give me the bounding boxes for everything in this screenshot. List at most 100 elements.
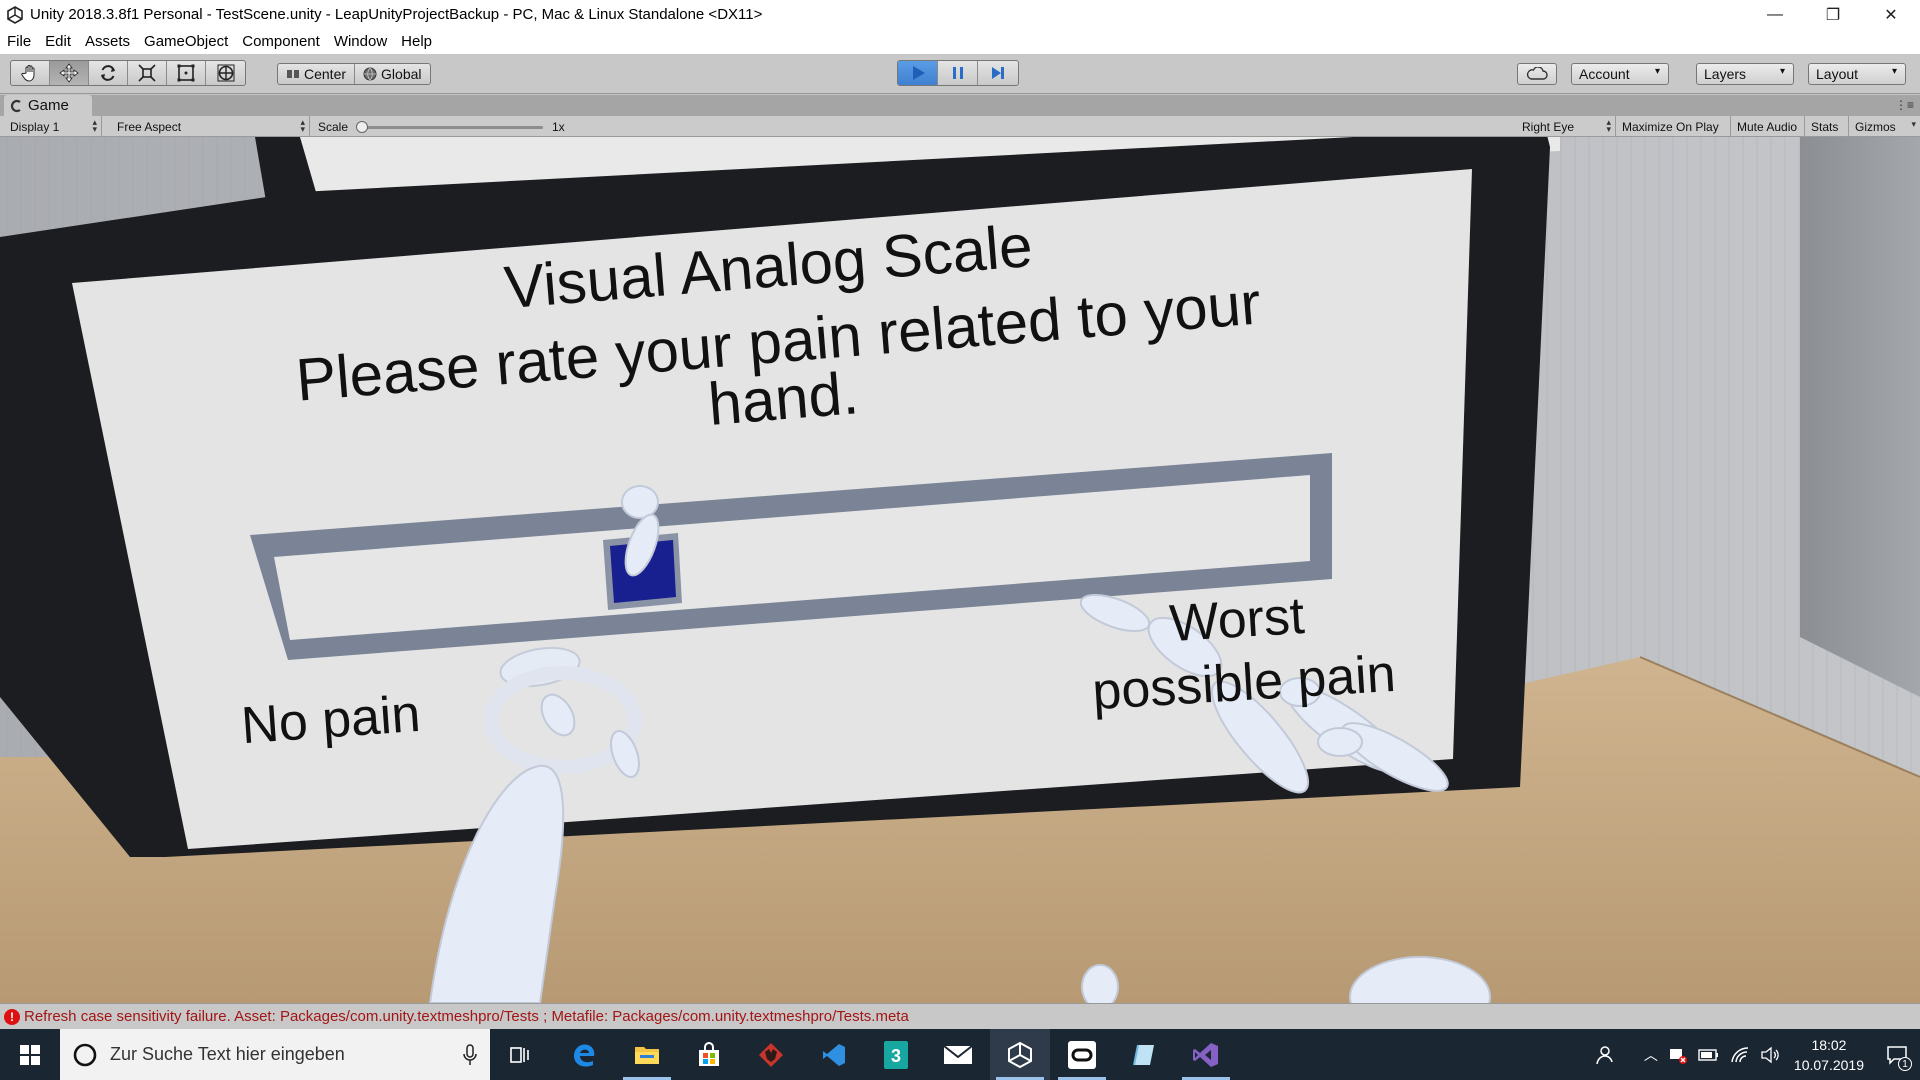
menu-gameobject[interactable]: GameObject: [137, 29, 235, 54]
pivot-global-button[interactable]: Global: [355, 64, 429, 84]
microphone-icon[interactable]: [462, 1043, 478, 1066]
game-view-toolbar: Display 1 ▴ ▾ Free Aspect ▴ ▾ Scale 1x Rig…: [0, 116, 1920, 137]
chevron-down-icon: ▾: [1779, 66, 1785, 77]
visual-studio-icon: [1193, 1042, 1218, 1067]
taskbar-app-edge[interactable]: [554, 1029, 614, 1080]
maximize-on-play-toggle[interactable]: Maximize On Play: [1616, 116, 1731, 137]
aspect-label: Free Aspect: [117, 119, 182, 134]
hand-icon: [21, 65, 35, 82]
edge-icon: [574, 1043, 595, 1067]
transform-tool-button[interactable]: [206, 61, 245, 85]
collab-cloud-button[interactable]: [1517, 63, 1557, 85]
account-label: Account: [1579, 66, 1630, 82]
scale-slider-track[interactable]: [360, 126, 543, 129]
network-error-icon[interactable]: [1668, 1045, 1688, 1065]
battery-icon[interactable]: [1698, 1048, 1720, 1062]
task-view-button[interactable]: [490, 1029, 550, 1080]
taskbar-app-mail[interactable]: [928, 1029, 988, 1080]
scale-tool-button[interactable]: [128, 61, 167, 85]
pause-button[interactable]: [938, 61, 978, 85]
menu-component[interactable]: Component: [235, 29, 327, 54]
people-icon[interactable]: [1592, 1044, 1614, 1066]
scale-slider-handle[interactable]: [356, 121, 368, 133]
wifi-icon[interactable]: [1730, 1046, 1750, 1064]
step-button[interactable]: [978, 61, 1018, 85]
pivot-center-label: Center: [304, 66, 347, 82]
app-3-icon: 3: [884, 1040, 908, 1069]
mute-audio-toggle[interactable]: Mute Audio: [1731, 116, 1805, 137]
pivot-center-button[interactable]: Center: [278, 64, 356, 84]
app-fox-icon: [759, 1042, 783, 1067]
layers-label: Layers: [1704, 66, 1747, 82]
gizmos-label: Gizmos: [1855, 119, 1896, 134]
menu-edit[interactable]: Edit: [38, 29, 78, 54]
eye-select[interactable]: Right Eye ▴ ▾: [1516, 116, 1616, 137]
display-select[interactable]: Display 1 ▴ ▾: [4, 116, 102, 137]
clock-time: 18:02: [1811, 1036, 1847, 1053]
notes-icon: [1133, 1044, 1154, 1065]
panel-menu-icon[interactable]: ⋮≡: [1895, 98, 1914, 112]
taskbar-app-store[interactable]: [679, 1029, 739, 1080]
menu-window[interactable]: Window: [327, 29, 394, 54]
taskbar-app-vscode[interactable]: [804, 1029, 864, 1080]
rect-icon: [177, 64, 195, 82]
notification-count-badge: 1: [1898, 1057, 1912, 1071]
spinner-arrows-icon: ▴ ▾: [300, 117, 305, 134]
taskbar-app-fox[interactable]: [741, 1029, 801, 1080]
menu-file[interactable]: File: [0, 29, 38, 54]
menu-assets[interactable]: Assets: [78, 29, 137, 54]
taskbar-app-notes[interactable]: [1114, 1029, 1174, 1080]
taskbar-app-explorer[interactable]: [617, 1029, 677, 1080]
taskbar-app-3[interactable]: 3: [866, 1029, 926, 1080]
scene-render: Visual Analog Scale Please rate your pai…: [0, 137, 1920, 1003]
minimize-button[interactable]: —: [1746, 0, 1804, 29]
vas-right-label-line1: Worst: [1168, 587, 1307, 653]
aspect-select[interactable]: Free Aspect ▴ ▾: [111, 116, 310, 137]
move-icon: [59, 63, 79, 83]
side-wall: [1800, 137, 1920, 697]
layout-dropdown[interactable]: Layout ▾: [1808, 63, 1906, 85]
pause-icon: [952, 67, 963, 79]
hand-tool-button[interactable]: [11, 61, 50, 85]
volume-icon[interactable]: [1760, 1046, 1780, 1064]
chevron-down-icon: ▾: [1911, 119, 1916, 129]
game-view[interactable]: Visual Analog Scale Please rate your pai…: [0, 137, 1920, 1003]
rotate-tool-button[interactable]: [89, 61, 128, 85]
status-message: Refresh case sensitivity failure. Asset:…: [24, 1008, 909, 1025]
play-button[interactable]: [898, 61, 938, 85]
taskbar-app-visual-studio[interactable]: [1176, 1029, 1236, 1080]
mute-audio-label: Mute Audio: [1737, 119, 1798, 134]
transform-icon: [217, 64, 234, 82]
chevron-down-icon: ▾: [1654, 66, 1660, 77]
spinner-arrows-icon: ▴ ▾: [92, 117, 97, 134]
taskbar-app-unity[interactable]: [990, 1029, 1050, 1080]
maximize-on-play-label: Maximize On Play: [1622, 119, 1719, 134]
maximize-button[interactable]: ❐: [1804, 0, 1862, 29]
menu-help[interactable]: Help: [394, 29, 439, 54]
start-button[interactable]: [0, 1029, 60, 1080]
chevron-up-icon[interactable]: ︿: [1644, 1045, 1658, 1065]
play-icon: [912, 66, 925, 80]
window-title: Unity 2018.3.8f1 Personal - TestScene.un…: [30, 6, 763, 23]
tab-game[interactable]: Game: [4, 95, 92, 116]
step-icon: [992, 67, 1004, 79]
gizmos-dropdown[interactable]: Gizmos ▾: [1849, 116, 1920, 137]
taskbar-search[interactable]: Zur Suche Text hier eingeben: [60, 1029, 490, 1080]
unity-icon: [1008, 1041, 1032, 1068]
cloud-icon: [1526, 67, 1548, 80]
close-button[interactable]: ✕: [1862, 0, 1920, 29]
layers-dropdown[interactable]: Layers ▾: [1696, 63, 1794, 85]
account-dropdown[interactable]: Account ▾: [1571, 63, 1669, 85]
system-tray: ︿ 18:02 10.07.2019 1: [1592, 1029, 1920, 1080]
scale-label: Scale: [318, 119, 349, 134]
action-center-button[interactable]: 1: [1874, 1029, 1920, 1080]
rect-tool-button[interactable]: [167, 61, 206, 85]
console-status-bar[interactable]: ! Refresh case sensitivity failure. Asse…: [0, 1003, 1920, 1029]
taskbar-clock[interactable]: 18:02 10.07.2019: [1794, 1035, 1864, 1075]
move-tool-button[interactable]: [50, 61, 89, 85]
taskbar-app-oculus[interactable]: [1052, 1029, 1112, 1080]
visual-studio-code-icon: [823, 1043, 845, 1066]
spinner-arrows-icon: ▴ ▾: [1606, 117, 1611, 134]
game-view-icon: [10, 99, 21, 112]
stats-toggle[interactable]: Stats: [1805, 116, 1849, 137]
